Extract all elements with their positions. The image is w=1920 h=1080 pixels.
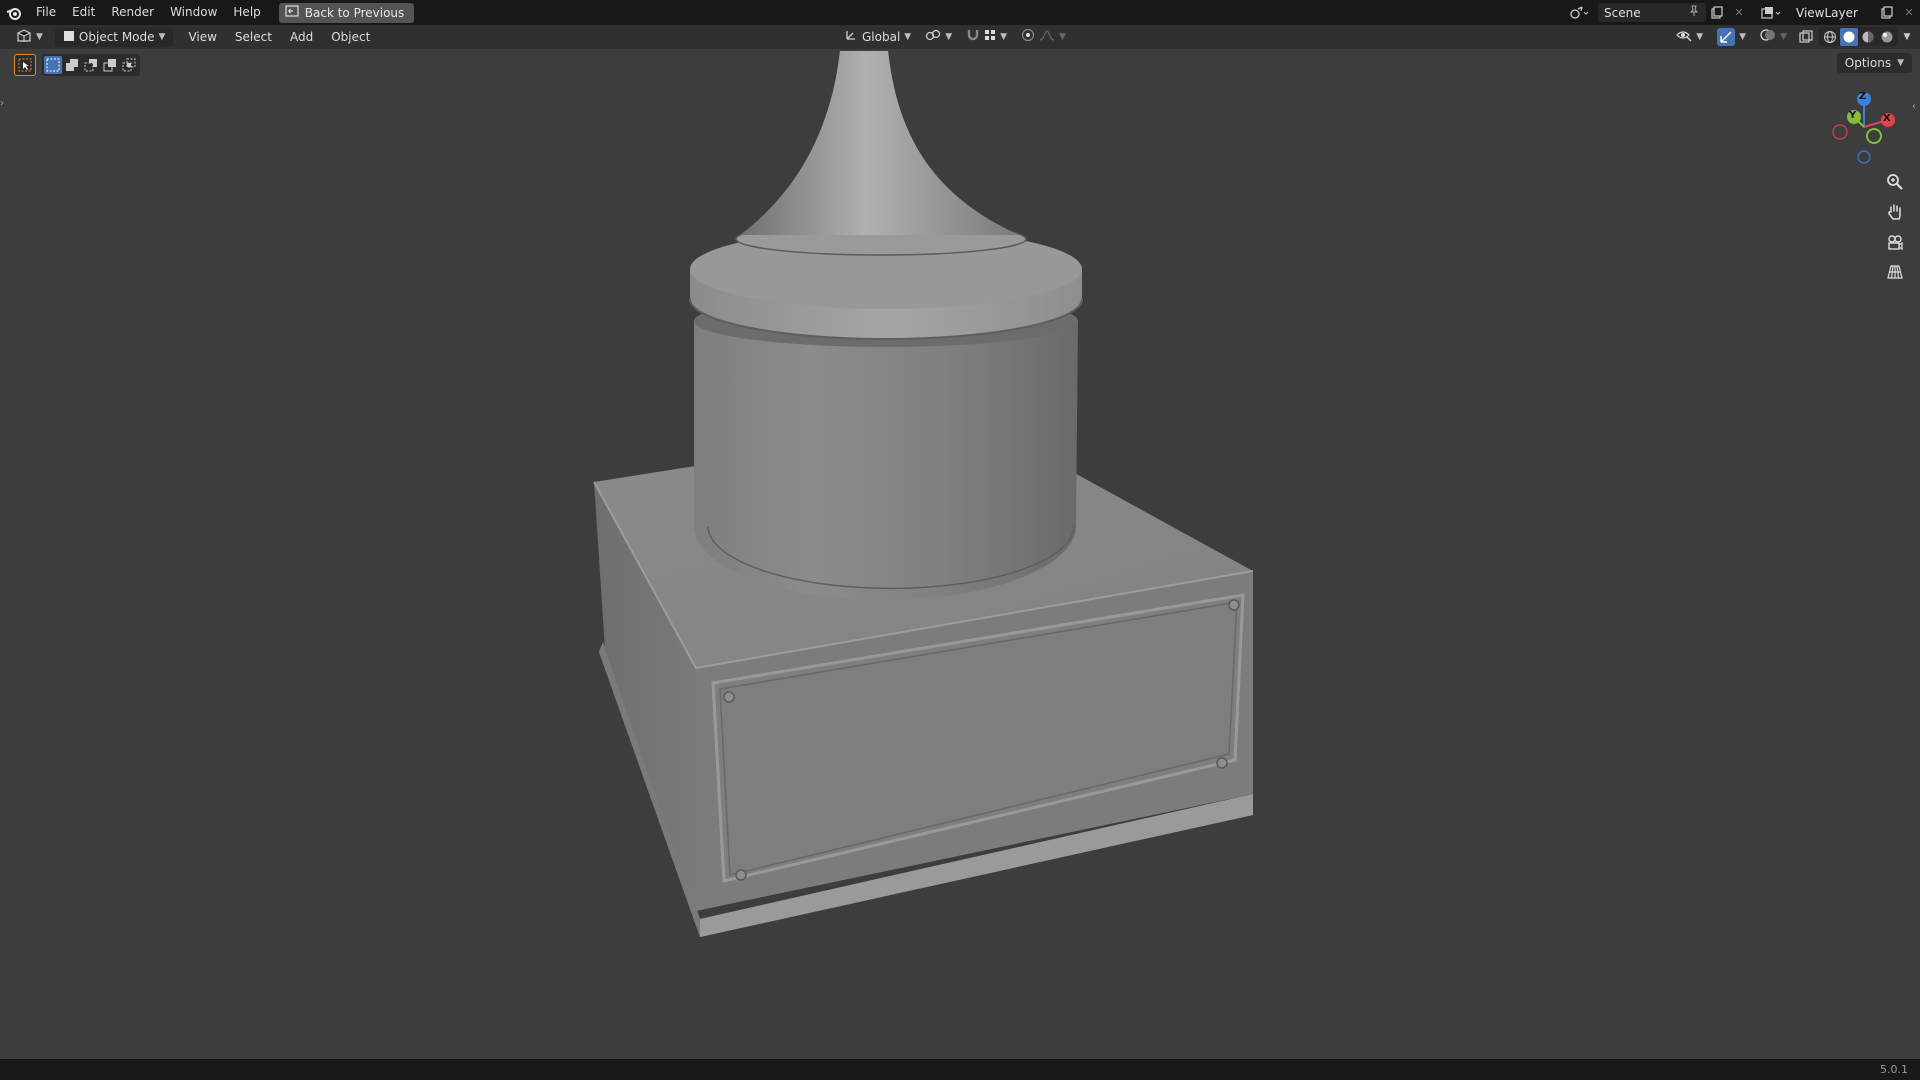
proportional-editing-toggle[interactable]: ▼ (1015, 27, 1072, 46)
select-invert-icon[interactable] (101, 56, 119, 74)
object-mode-label: Object Mode (78, 30, 155, 44)
chevron-down-icon: ▼ (1059, 31, 1066, 42)
blender-logo-icon[interactable] (0, 0, 28, 25)
chevron-down-icon: ▼ (945, 31, 953, 42)
3d-viewport-icon (16, 28, 32, 46)
view-layer-name: ViewLayer (1796, 5, 1858, 20)
chevron-down-icon: ▼ (158, 32, 166, 42)
screen-back-icon (285, 5, 299, 20)
3d-viewport[interactable]: › ‹ Options ▼ Z X Y (0, 49, 1920, 1059)
top-bar: File Edit Render Window Help Back to Pre… (0, 0, 1920, 25)
scene-name-field[interactable]: Scene (1598, 3, 1706, 22)
transform-orientation-dropdown[interactable]: Global ▼ (838, 27, 917, 46)
gizmo-x-label: X (1883, 113, 1891, 124)
object-mode-dropdown[interactable]: Object Mode ▼ (54, 27, 174, 47)
select-intersect-icon[interactable] (120, 56, 138, 74)
status-bar: 5.0.1 (0, 1059, 1920, 1080)
material-preview-shading-icon[interactable] (1859, 28, 1877, 46)
chevron-down-icon: ▼ (1780, 31, 1787, 42)
header-right-tools: ▼ ▼ ▼ ▼ (1670, 27, 1914, 46)
chevron-down-icon: ▼ (904, 31, 912, 42)
sidebar-expand-arrow-icon[interactable]: ‹ (1912, 101, 1920, 117)
pan-hand-icon[interactable] (1882, 199, 1908, 225)
view-layer-field[interactable]: ViewLayer (1790, 3, 1876, 22)
shading-options-chevron-icon[interactable]: ▼ (1900, 27, 1914, 46)
chevron-down-icon: ▼ (1696, 31, 1704, 42)
delete-view-layer-icon[interactable]: ✕ (1898, 3, 1920, 22)
overlays-toggle[interactable]: ▼ (1754, 27, 1793, 46)
chevron-down-icon: ▼ (1000, 31, 1008, 42)
menu-render[interactable]: Render (103, 0, 162, 25)
toolbar-expand-arrow-icon[interactable]: › (0, 98, 8, 114)
chevron-down-icon: ▼ (1739, 31, 1747, 42)
viewport-header: ▼ Object Mode ▼ View Select Add Object G… (0, 25, 1920, 49)
pin-icon[interactable] (1688, 5, 1700, 20)
version-label: 5.0.1 (1880, 1063, 1908, 1076)
new-view-layer-icon[interactable] (1876, 3, 1898, 22)
scene-browse-icon[interactable] (1564, 3, 1594, 22)
xray-toggle-icon[interactable] (1795, 27, 1817, 46)
select-tool-button[interactable] (14, 54, 36, 76)
view-layer-browse-icon[interactable] (1756, 3, 1786, 22)
gizmo-icon (1717, 27, 1736, 46)
menu-view[interactable]: View (179, 25, 225, 49)
snap-toggle[interactable]: ▼ (960, 27, 1013, 46)
orientation-axes-icon (844, 28, 858, 45)
menu-edit[interactable]: Edit (64, 0, 103, 25)
chevron-down-icon: ▼ (1897, 58, 1904, 68)
object-visibility-dropdown[interactable]: ▼ (1670, 27, 1709, 46)
select-new-icon[interactable] (44, 56, 62, 74)
options-label: Options (1844, 56, 1892, 70)
magnet-icon (966, 28, 980, 45)
camera-view-icon[interactable] (1882, 229, 1908, 255)
zoom-icon[interactable] (1882, 169, 1908, 195)
select-extend-icon[interactable] (63, 56, 81, 74)
editor-type-dropdown[interactable]: ▼ (10, 28, 49, 47)
header-center-tools: Global ▼ ▼ ▼ ▼ (838, 27, 1072, 46)
selection-mode-group (42, 54, 140, 76)
scene-name: Scene (1604, 5, 1641, 20)
menu-help[interactable]: Help (225, 0, 268, 25)
pivot-link-icon (925, 28, 941, 45)
pivot-point-dropdown[interactable]: ▼ (919, 27, 958, 46)
chevron-down-icon: ▼ (36, 32, 43, 42)
tool-settings-row (14, 54, 140, 76)
menu-window[interactable]: Window (162, 0, 225, 25)
solid-shading-icon[interactable] (1840, 27, 1858, 46)
transform-orientation-label: Global (862, 29, 901, 44)
object-mode-icon (63, 30, 75, 45)
options-dropdown[interactable]: Options ▼ (1836, 53, 1912, 73)
overlays-icon (1760, 28, 1776, 45)
gizmo-y-label: Y (1849, 110, 1857, 121)
shading-mode-group (1819, 27, 1898, 46)
gizmo-toggle[interactable]: ▼ (1711, 27, 1752, 46)
trophy-base-model[interactable] (560, 49, 1280, 949)
back-to-previous-button[interactable]: Back to Previous (278, 2, 415, 23)
new-scene-icon[interactable] (1706, 3, 1728, 22)
snap-grid-icon (984, 29, 996, 44)
delete-scene-icon[interactable]: ✕ (1728, 3, 1750, 22)
menu-select[interactable]: Select (226, 25, 281, 49)
navigation-gizmo[interactable]: Z X Y (1816, 87, 1906, 167)
rendered-shading-icon[interactable] (1878, 28, 1896, 46)
proportional-editing-icon (1021, 28, 1035, 45)
menu-file[interactable]: File (28, 0, 64, 25)
gizmo-z-label: Z (1859, 91, 1867, 102)
menu-add[interactable]: Add (281, 25, 322, 49)
wireframe-shading-icon[interactable] (1821, 28, 1839, 46)
eye-selectable-icon (1676, 28, 1692, 45)
menu-object[interactable]: Object (322, 25, 379, 49)
falloff-curve-icon (1039, 29, 1055, 44)
back-to-previous-label: Back to Previous (304, 5, 405, 20)
topbar-right: Scene ✕ ViewLayer ✕ (1564, 0, 1920, 25)
select-subtract-icon[interactable] (82, 56, 100, 74)
perspective-grid-icon[interactable] (1882, 259, 1908, 285)
